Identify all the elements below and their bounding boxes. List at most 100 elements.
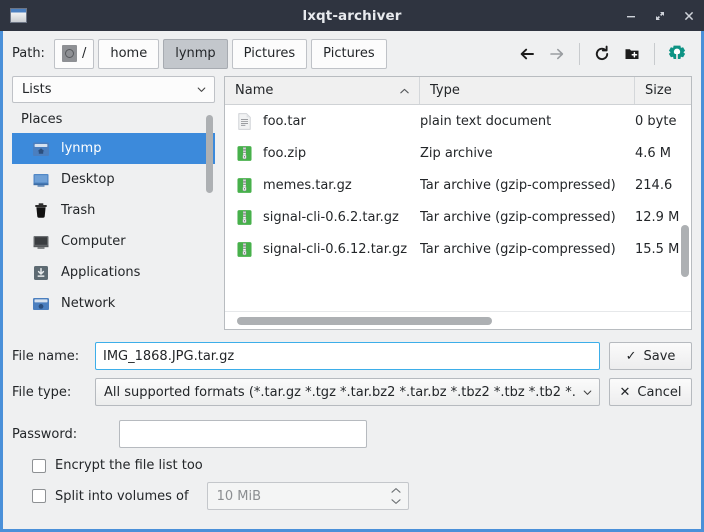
split-volumes-row: Split into volumes of 10 MiB (12, 482, 692, 510)
reload-button[interactable] (587, 39, 617, 69)
encrypt-filelist-row[interactable]: Encrypt the file list too (12, 458, 692, 473)
toolbar-separator-1 (579, 43, 580, 65)
password-label: Password: (12, 427, 95, 442)
window-controls (623, 8, 696, 23)
table-row[interactable]: signal-cli-0.6.2.tar.gz Tar archive (gzi… (225, 201, 691, 233)
breadcrumb-lynmp[interactable]: lynmp (163, 39, 227, 69)
table-row[interactable]: signal-cli-0.6.12.tar.gz Tar archive (gz… (225, 233, 691, 265)
archive-icon (235, 144, 254, 163)
file-name-text: foo.tar (263, 114, 306, 129)
split-volumes-checkbox[interactable] (32, 489, 46, 503)
file-list-horizontal-scrollbar[interactable] (225, 311, 691, 329)
chevron-up-icon[interactable] (390, 487, 402, 494)
path-toolbar: Path: / home lynmp Pictures Pictures (3, 31, 701, 76)
encrypt-filelist-checkbox[interactable] (32, 459, 46, 473)
column-header-type[interactable]: Type (420, 77, 635, 104)
file-type-cell: Tar archive (gzip-compressed) (420, 242, 635, 257)
filetype-dropdown[interactable]: All supported formats (*.tar.gz *.tgz *.… (95, 378, 600, 406)
filetype-row: File type: All supported formats (*.tar.… (12, 378, 692, 406)
table-row[interactable]: foo.zip Zip archive 4.6 M (225, 137, 691, 169)
breadcrumb-pictures-2-label: Pictures (323, 46, 374, 61)
navigation-tools (512, 39, 692, 69)
close-button[interactable] (681, 8, 696, 23)
maximize-button[interactable] (652, 8, 667, 23)
toolbar-separator-2 (654, 43, 655, 65)
file-list-vertical-scrollbar[interactable] (681, 105, 689, 311)
stepper-arrows[interactable] (390, 487, 402, 505)
sidebar-item-desktop[interactable]: Desktop (12, 164, 215, 195)
column-header-size[interactable]: Size (635, 77, 691, 104)
password-input[interactable] (119, 420, 367, 448)
file-name-cell: memes.tar.gz (225, 176, 420, 195)
check-icon: ✓ (626, 350, 637, 363)
file-name-text: foo.zip (263, 146, 306, 161)
file-type-cell: Tar archive (gzip-compressed) (420, 178, 635, 193)
sidebar-item-computer-label: Computer (61, 234, 126, 249)
file-name-cell: foo.tar (225, 112, 420, 131)
minimize-button[interactable] (623, 8, 638, 23)
split-size-value: 10 MiB (217, 489, 390, 504)
file-name-text: signal-cli-0.6.2.tar.gz (263, 210, 399, 225)
back-button[interactable] (512, 39, 542, 69)
window-body: Path: / home lynmp Pictures Pictures (3, 31, 701, 529)
sidebar-item-network-label: Network (61, 296, 115, 311)
trash-icon (31, 201, 51, 221)
file-name-cell: signal-cli-0.6.12.tar.gz (225, 240, 420, 259)
close-icon: ✕ (620, 386, 631, 399)
column-header-name[interactable]: Name (225, 77, 420, 104)
file-type-cell: Tar archive (gzip-compressed) (420, 210, 635, 225)
lists-dropdown[interactable]: Lists (12, 76, 215, 103)
browser-area: Lists Places lynmp (3, 76, 701, 330)
arrow-left-icon (518, 45, 536, 63)
path-label: Path: (12, 46, 45, 61)
sidebar-item-lynmp[interactable]: lynmp (12, 133, 215, 164)
filename-row: File name: ✓ Save (12, 342, 692, 370)
breadcrumb-pictures-2[interactable]: Pictures (311, 39, 386, 69)
forward-button[interactable] (542, 39, 572, 69)
table-row[interactable]: foo.tar plain text document 0 byte (225, 105, 691, 137)
save-button-label: Save (643, 349, 675, 364)
breadcrumb-pictures-1[interactable]: Pictures (232, 39, 307, 69)
sidebar-item-applications[interactable]: Applications (12, 257, 215, 288)
breadcrumb-root[interactable]: / (54, 39, 94, 69)
disk-icon (62, 45, 77, 62)
text-file-icon (235, 112, 254, 131)
lists-dropdown-value: Lists (22, 82, 196, 97)
filename-input[interactable] (95, 342, 600, 370)
encrypt-filelist-label: Encrypt the file list too (55, 458, 203, 473)
options-button[interactable] (662, 39, 692, 69)
file-type-cell: Zip archive (420, 146, 635, 161)
breadcrumb-pictures-1-label: Pictures (244, 46, 295, 61)
sidebar-item-network[interactable]: Network (12, 288, 215, 319)
file-list-panel: Name Type Size (224, 76, 692, 330)
sidebar-item-applications-label: Applications (61, 265, 140, 280)
filetype-label: File type: (12, 385, 95, 400)
file-name-cell: signal-cli-0.6.2.tar.gz (225, 208, 420, 227)
sidebar-item-computer[interactable]: Computer (12, 226, 215, 257)
chevron-down-icon (582, 387, 593, 398)
sidebar-item-lynmp-label: lynmp (61, 141, 101, 156)
file-list-vertical-scrollbar-thumb[interactable] (681, 225, 689, 277)
sort-ascending-icon (399, 87, 410, 95)
save-button[interactable]: ✓ Save (609, 342, 692, 370)
file-list-horizontal-scrollbar-thumb[interactable] (237, 317, 492, 325)
cancel-button[interactable]: ✕ Cancel (609, 378, 692, 406)
split-size-stepper[interactable]: 10 MiB (207, 482, 409, 510)
save-form: File name: ✓ Save File type: All support… (3, 330, 701, 529)
archive-icon (235, 176, 254, 195)
sidebar-scrollbar-thumb[interactable] (206, 115, 213, 193)
home-folder-icon (31, 139, 51, 159)
sidebar-item-trash[interactable]: Trash (12, 195, 215, 226)
table-row[interactable]: memes.tar.gz Tar archive (gzip-compresse… (225, 169, 691, 201)
desktop-icon (31, 170, 51, 190)
filetype-dropdown-value: All supported formats (*.tar.gz *.tgz *.… (104, 385, 582, 400)
breadcrumb-home[interactable]: home (98, 39, 159, 69)
application-window: lxqt-archiver Path: / (0, 0, 704, 532)
file-name-text: signal-cli-0.6.12.tar.gz (263, 242, 407, 257)
chevron-down-icon[interactable] (390, 498, 402, 505)
new-folder-button[interactable] (617, 39, 647, 69)
window-icon (10, 8, 27, 23)
computer-icon (31, 232, 51, 252)
sidebar-scrollbar[interactable] (206, 111, 213, 324)
title-bar: lxqt-archiver (0, 0, 704, 31)
